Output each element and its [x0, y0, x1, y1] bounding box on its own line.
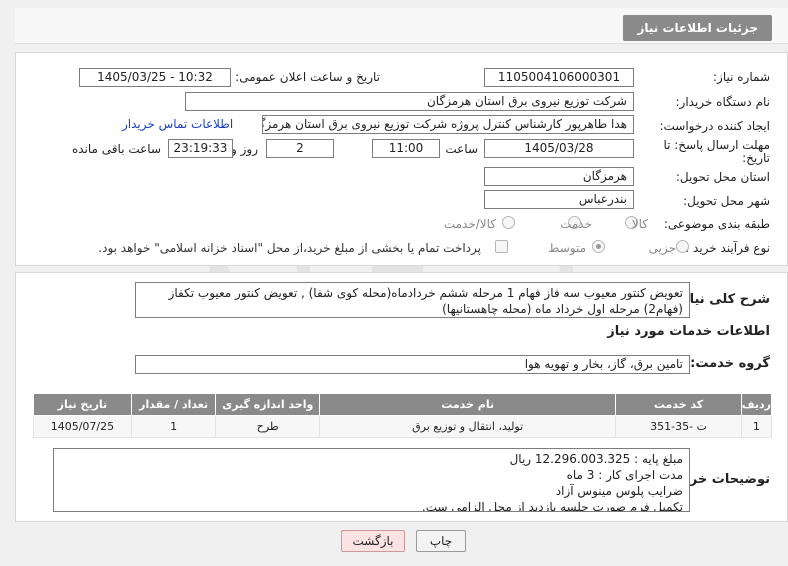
col-date: تاریخ نیاز: [33, 393, 132, 416]
process-radio-medium[interactable]: [592, 240, 605, 253]
table-header-row: ردیف کد خدمت نام خدمت واحد اندازه گیری ت…: [33, 393, 773, 416]
category-service-label: خدمت: [560, 217, 592, 231]
cell-row: 1: [740, 415, 773, 438]
deadline-hour-label: ساعت: [445, 142, 478, 156]
announce-field: 1405/03/25 - 10:32: [79, 68, 231, 87]
province-field: هرمزگان: [484, 167, 634, 186]
remaining-label: ساعت باقی مانده: [71, 142, 161, 156]
back-button[interactable]: بازگشت: [341, 530, 405, 552]
summary-label: شرح کلی نیاز:: [676, 292, 770, 307]
page-title: جزئیات اطلاعات نیاز: [623, 15, 772, 41]
cell-unit: طرح: [215, 415, 320, 438]
creator-field: هدا طاهرپور کارشناس کنترل پروژه شرکت توز…: [262, 115, 634, 134]
category-radio-both[interactable]: [502, 216, 515, 229]
cell-code: ت -35-351: [615, 415, 742, 438]
col-name: نام خدمت: [318, 393, 617, 416]
need-number-label: شماره نیاز:: [713, 70, 770, 84]
days-label: روز و: [231, 142, 258, 156]
col-row: ردیف: [740, 393, 773, 416]
deadline-date-field: 1405/03/28: [484, 139, 634, 158]
buyer-org-label: نام دستگاه خریدار:: [675, 95, 771, 109]
remaining-time-field: 23:19:33: [168, 139, 233, 158]
remaining-days-field: 2: [266, 139, 334, 158]
print-button[interactable]: چاپ: [416, 530, 466, 552]
services-table: ردیف کد خدمت نام خدمت واحد اندازه گیری ت…: [33, 393, 773, 438]
cell-name: تولید، انتقال و توزیع برق: [318, 415, 617, 438]
cell-qty: 1: [130, 415, 217, 438]
note-line: ضرایب پلوس مینوس آزاد: [555, 484, 683, 498]
category-goods-label: کالا: [631, 217, 648, 231]
process-label: نوع فرآیند خرید :: [685, 241, 770, 255]
note-line: مبلغ پایه : 12.296.003.325 ریال: [509, 452, 683, 466]
table-row: 1 ت -35-351 تولید، انتقال و توزیع برق طر…: [33, 415, 773, 438]
deadline-label: مهلت ارسال پاسخ: تا: [663, 138, 770, 152]
services-section-title: اطلاعات خدمات مورد نیاز: [607, 324, 770, 339]
summary-text: تعویض کنتور معیوب سه فاز فهام 1 مرحله شش…: [135, 282, 690, 318]
process-radio-minor[interactable]: [676, 240, 689, 253]
payment-note: پرداخت تمام یا بخشی از مبلغ خرید،از محل …: [98, 241, 481, 255]
buyer-notes-box: مبلغ پایه : 12.296.003.325 ریال مدت اجرا…: [53, 448, 690, 512]
page-header: جزئیات اطلاعات نیاز: [15, 8, 788, 44]
service-group-label: گروه خدمت:: [690, 356, 770, 371]
col-unit: واحد اندازه گیری: [215, 393, 320, 416]
note-line: مدت اجرای کار : 3 ماه: [566, 468, 683, 482]
city-field: بندرعباس: [484, 190, 634, 209]
col-code: کد خدمت: [615, 393, 742, 416]
category-label: طبقه بندی موضوعی:: [663, 217, 770, 231]
process-medium-label: متوسط: [548, 241, 586, 255]
need-number-field: 1105004106000301: [484, 68, 634, 87]
buyer-contact-link[interactable]: اطلاعات تماس خریدار: [122, 117, 233, 131]
buyer-org-field: شرکت توزیع نیروی برق استان هرمزگان: [185, 92, 634, 111]
treasury-checkbox[interactable]: [495, 240, 508, 253]
deadline-date-label: تاریخ:: [742, 151, 770, 165]
announce-label: تاریخ و ساعت اعلان عمومی:: [235, 70, 380, 84]
cell-date: 1405/07/25: [33, 415, 132, 438]
city-label: شهر محل تحویل:: [683, 194, 770, 208]
note-line: تکمیل فرم صورت جلسه بازدید از محل الزامی…: [421, 500, 683, 512]
col-qty: تعداد / مقدار: [130, 393, 217, 416]
creator-label: ایجاد کننده درخواست:: [659, 119, 770, 133]
category-both-label: کالا/خدمت: [443, 217, 496, 231]
province-label: استان محل تحویل:: [675, 170, 770, 184]
deadline-time-field: 11:00: [372, 139, 440, 158]
service-group-field: تامین برق، گاز، بخار و تهویه هوا: [135, 355, 690, 374]
process-minor-label: جزیی: [648, 241, 676, 255]
